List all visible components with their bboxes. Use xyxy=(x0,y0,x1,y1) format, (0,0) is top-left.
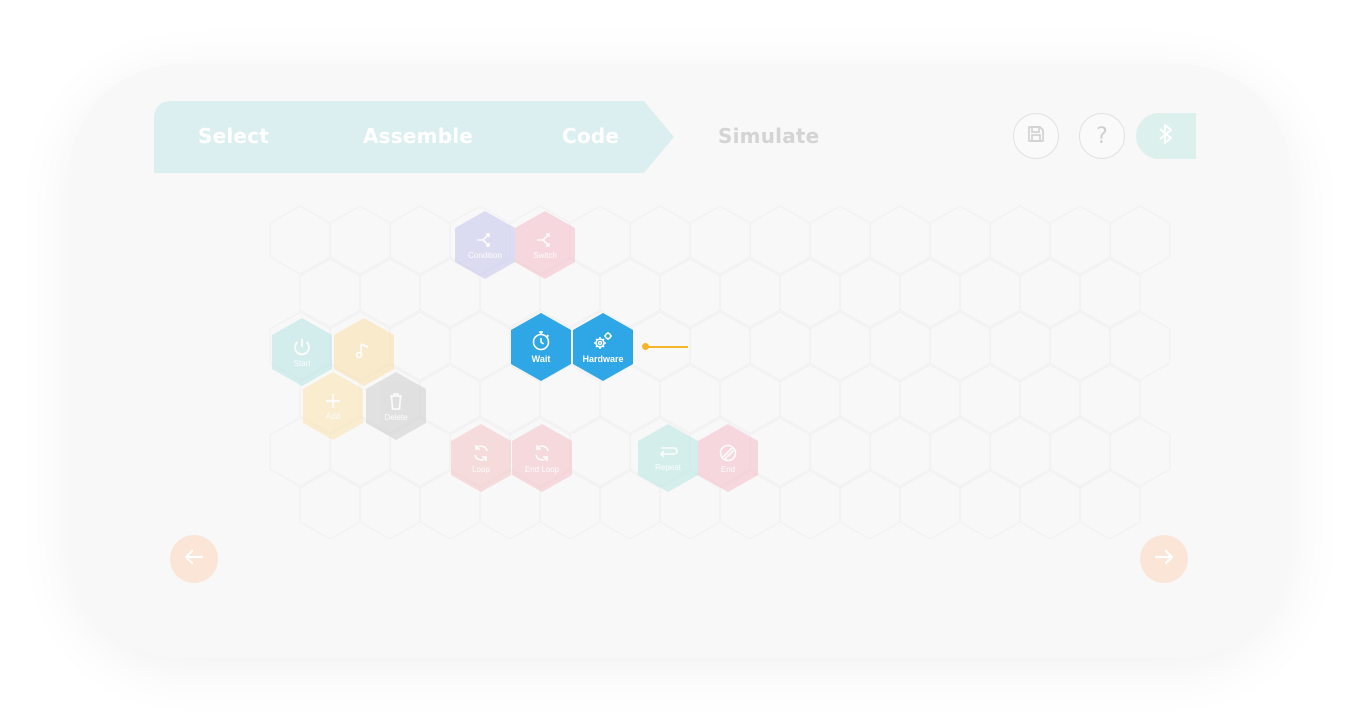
bluetooth-button[interactable] xyxy=(1136,113,1196,159)
switch-label: Switch xyxy=(533,250,557,260)
wait-label: Wait xyxy=(531,354,551,364)
hardware-label: Hardware xyxy=(582,354,624,364)
delete-label: Delete xyxy=(384,412,408,422)
connector-line xyxy=(647,346,688,348)
block-connector[interactable] xyxy=(642,343,688,350)
end-loop-label: End Loop xyxy=(524,464,560,474)
end-label: End xyxy=(720,464,736,474)
repeat-label: Repeat xyxy=(655,462,681,472)
next-button[interactable] xyxy=(1140,535,1188,583)
save-button[interactable] xyxy=(1013,113,1059,159)
arrow-right-icon xyxy=(1154,549,1174,570)
add-label: Add xyxy=(325,411,341,421)
arrow-left-icon xyxy=(184,549,204,570)
step-select[interactable]: Select xyxy=(198,124,269,148)
step-code[interactable]: Code xyxy=(562,124,619,148)
save-icon xyxy=(1026,124,1046,149)
condition-label: Condition xyxy=(468,250,502,260)
prev-button[interactable] xyxy=(170,535,218,583)
step-assemble[interactable]: Assemble xyxy=(363,124,473,148)
start-label: Start xyxy=(293,358,311,368)
help-button[interactable]: ? xyxy=(1079,113,1125,159)
bluetooth-icon xyxy=(1158,123,1174,150)
loop-label: Loop xyxy=(472,464,490,474)
help-icon: ? xyxy=(1096,123,1108,149)
step-simulate[interactable]: Simulate xyxy=(718,124,819,148)
